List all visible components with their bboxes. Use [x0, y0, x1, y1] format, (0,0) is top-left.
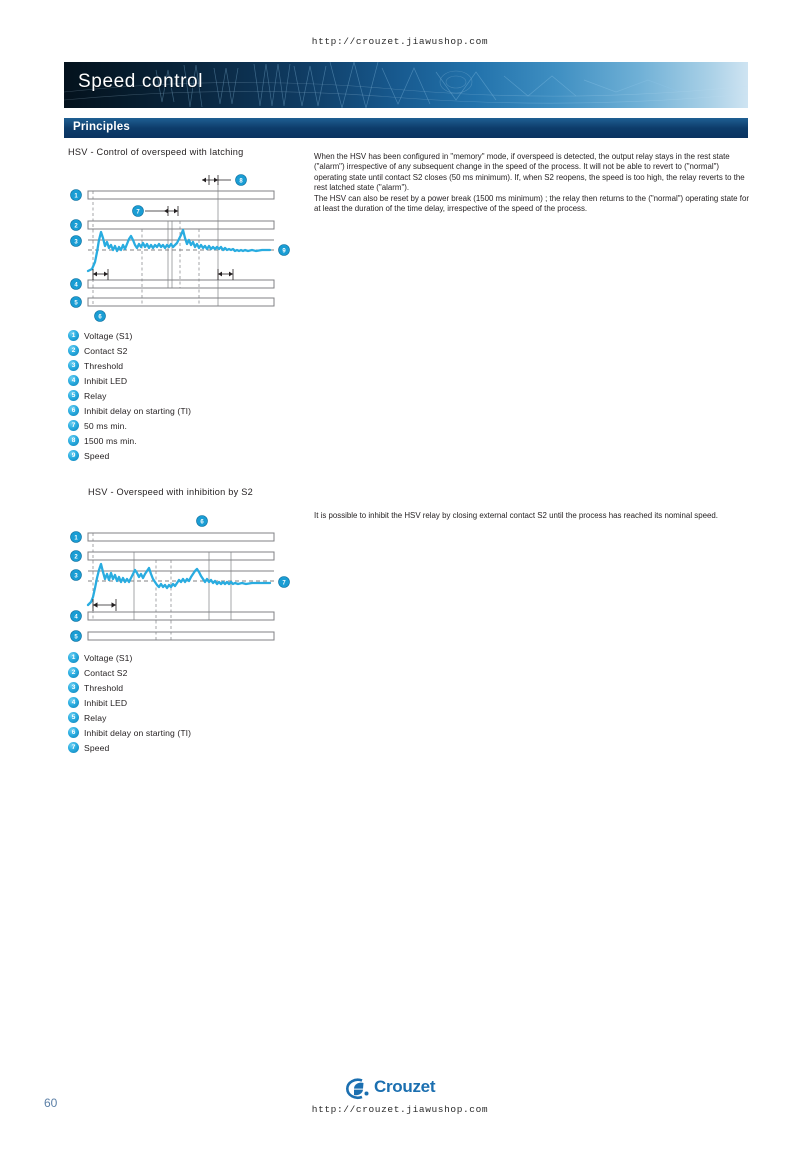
legend-label: 1500 ms min. [84, 435, 137, 446]
legend-label: Inhibit LED [84, 375, 128, 386]
legend-badge: 5 [68, 712, 79, 723]
legend-badge: 6 [68, 727, 79, 738]
speed-waveform [86, 228, 272, 273]
track-bar-inhibit-led [87, 279, 275, 289]
legend-section-1: 1 Voltage (S1) 2 Contact S2 3 Threshold … [68, 328, 191, 463]
section-bar-principles: Principles [64, 118, 748, 138]
legend-badge: 2 [68, 345, 79, 356]
legend-item: 6 Inhibit delay on starting (TI) [68, 725, 191, 740]
callout-badge-9: 9 [278, 244, 290, 256]
legend-label: Relay [84, 390, 107, 401]
legend-badge: 7 [68, 420, 79, 431]
legend-item: 1 Voltage (S1) [68, 328, 191, 343]
legend-item: 2 Contact S2 [68, 343, 191, 358]
legend-label: Inhibit LED [84, 697, 128, 708]
legend-label: Inhibit delay on starting (TI) [84, 727, 192, 738]
legend-item: 3 Threshold [68, 680, 191, 695]
timing-diagram-latching: 1 2 3 4 5 6 7 8 9 [66, 166, 306, 324]
legend-item: 8 1500 ms min. [68, 433, 191, 448]
legend-label: Contact S2 [84, 345, 128, 356]
legend-item: 7 Speed [68, 740, 191, 755]
legend-label: Speed [84, 742, 110, 753]
legend-badge: 1 [68, 330, 79, 341]
legend-item: 2 Contact S2 [68, 665, 191, 680]
section-bar-label: Principles [73, 121, 130, 133]
callout-badge-3: 3 [70, 569, 82, 581]
callout-badge-4: 4 [70, 278, 82, 290]
section-2-paragraph: It is possible to inhibit the HSV relay … [314, 511, 718, 520]
legend-item: 7 50 ms min. [68, 418, 191, 433]
callout-badge-8: 8 [235, 174, 247, 186]
crouzet-logo: Crouzet [342, 1076, 458, 1102]
timing-diagram-inhibition: 1 2 3 4 5 6 7 [66, 512, 306, 644]
section-1-paragraph: When the HSV has been configured in "mem… [314, 152, 749, 214]
legend-badge: 9 [68, 450, 79, 461]
legend-badge: 1 [68, 652, 79, 663]
callout-badge-2: 2 [70, 550, 82, 562]
section-1-title: HSV - Control of overspeed with latching [68, 147, 244, 157]
track-bar-relay [87, 631, 275, 641]
legend-label: Inhibit delay on starting (TI) [84, 405, 192, 416]
legend-label: Contact S2 [84, 667, 128, 678]
legend-item: 3 Threshold [68, 358, 191, 373]
legend-badge: 3 [68, 682, 79, 693]
crouzet-wordmark: Crouzet [374, 1077, 436, 1096]
dimension-50ms [145, 206, 179, 216]
top-url-watermark: http://crouzet.jiawushop.com [311, 36, 489, 47]
legend-label: Relay [84, 712, 107, 723]
callout-badge-7: 7 [278, 576, 290, 588]
legend-item: 5 Relay [68, 388, 191, 403]
callout-badge-6: 6 [94, 310, 106, 322]
callout-badge-2: 2 [70, 219, 82, 231]
dimension-ti-left [92, 269, 109, 280]
legend-badge: 4 [68, 375, 79, 386]
legend-label: 50 ms min. [84, 420, 128, 431]
track-bar-inhibit-led [87, 611, 275, 621]
section-2-title: HSV - Overspeed with inhibition by S2 [88, 487, 254, 497]
track-bar-voltage-s1 [87, 532, 275, 542]
dimension-1500ms [202, 175, 231, 185]
legend-label: Threshold [84, 360, 124, 371]
page-title: Speed control [78, 71, 204, 92]
legend-label: Speed [84, 450, 110, 461]
legend-badge: 2 [68, 667, 79, 678]
legend-badge: 6 [68, 405, 79, 416]
track-bar-contact-s2 [87, 551, 275, 561]
legend-label: Threshold [84, 682, 124, 693]
callout-badge-3: 3 [70, 235, 82, 247]
track-bar-voltage-s1 [87, 190, 275, 200]
callout-badge-7: 7 [132, 205, 144, 217]
footer-url-watermark: http://crouzet.jiawushop.com [311, 1104, 489, 1115]
timing-diagram-2-svg: 1 2 3 4 5 6 7 [70, 515, 290, 642]
legend-item: 5 Relay [68, 710, 191, 725]
legend-item: 4 Inhibit LED [68, 695, 191, 710]
legend-badge: 4 [68, 697, 79, 708]
callout-badge-1: 1 [70, 531, 82, 543]
legend-badge: 7 [68, 742, 79, 753]
legend-item: 6 Inhibit delay on starting (TI) [68, 403, 191, 418]
callout-badge-1: 1 [70, 189, 82, 201]
dimension-ti-right [217, 269, 234, 280]
legend-label: Voltage (S1) [84, 330, 133, 341]
legend-badge: 3 [68, 360, 79, 371]
legend-item: 4 Inhibit LED [68, 373, 191, 388]
crouzet-mark-icon [346, 1078, 369, 1100]
callout-badge-6: 6 [196, 515, 208, 527]
callout-badge-5: 5 [70, 296, 82, 308]
callout-badge-4: 4 [70, 610, 82, 622]
dimension-ti [92, 599, 117, 611]
legend-section-2: 1 Voltage (S1) 2 Contact S2 3 Threshold … [68, 650, 191, 755]
timing-diagram-1-svg: 1 2 3 4 5 6 7 8 9 [70, 174, 290, 322]
legend-badge: 8 [68, 435, 79, 446]
legend-item: 9 Speed [68, 448, 191, 463]
callout-badge-5: 5 [70, 630, 82, 642]
track-bar-contact-s2 [87, 220, 275, 230]
track-bar-relay [87, 297, 275, 307]
legend-badge: 5 [68, 390, 79, 401]
page-banner: Speed control [64, 62, 748, 108]
speed-waveform [86, 562, 272, 607]
legend-label: Voltage (S1) [84, 652, 133, 663]
legend-item: 1 Voltage (S1) [68, 650, 191, 665]
